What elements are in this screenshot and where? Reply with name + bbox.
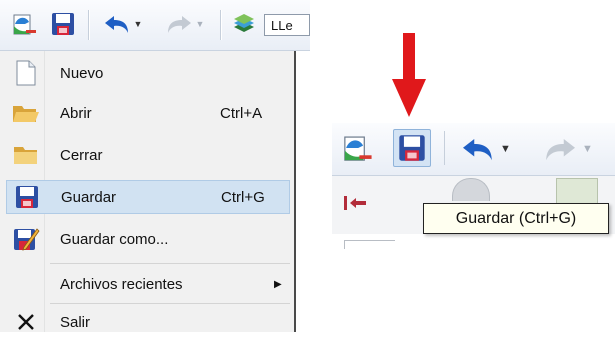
main-toolbar: ▼ ▼ LLe	[0, 0, 310, 51]
style-combobox[interactable]: LLe	[264, 14, 310, 36]
menu-item-label: Guardar	[61, 188, 117, 206]
redo-button[interactable]: ▼	[540, 132, 610, 166]
file-menu: Nuevo Abrir Ctrl+A Cerrar Guardar Ctrl+G…	[0, 51, 296, 332]
menu-item-abrir[interactable]: Abrir Ctrl+A	[6, 96, 290, 130]
save-icon	[399, 135, 425, 161]
collapse-left-icon	[344, 196, 366, 210]
chevron-right-icon: ▶	[274, 278, 282, 290]
menu-item-guardar[interactable]: Guardar Ctrl+G	[6, 180, 290, 214]
save-button[interactable]	[393, 129, 431, 167]
menu-item-label: Cerrar	[60, 146, 103, 164]
menu-item-guardar-como[interactable]: Guardar como...	[6, 222, 290, 256]
menu-separator	[50, 303, 290, 304]
save-icon	[52, 13, 74, 35]
menu-item-archivos-recientes[interactable]: Archivos recientes ▶	[6, 267, 290, 301]
undo-button[interactable]: ▼	[96, 8, 148, 40]
menu-item-label: Guardar como...	[60, 230, 169, 248]
new-document-button[interactable]	[340, 131, 376, 167]
chevron-down-icon: ▼	[582, 143, 593, 155]
menu-item-salir[interactable]: Salir	[6, 305, 290, 339]
save-tooltip: Guardar (Ctrl+G)	[423, 203, 609, 234]
menu-item-cerrar[interactable]: Cerrar	[6, 138, 290, 172]
open-folder-icon	[12, 99, 40, 127]
partial-button[interactable]	[556, 178, 598, 204]
menu-item-nuevo[interactable]: Nuevo	[6, 56, 290, 90]
toolbar-separator	[88, 10, 90, 40]
menu-item-label: Abrir	[60, 104, 92, 122]
close-folder-icon	[12, 141, 40, 169]
new-document-icon	[13, 14, 36, 35]
layers-icon	[234, 14, 254, 32]
chevron-down-icon: ▼	[195, 19, 205, 29]
toolbar-separator	[220, 10, 222, 40]
menu-item-label: Archivos recientes	[60, 275, 183, 293]
toolbar-separator	[444, 131, 445, 165]
new-document-icon	[12, 59, 40, 87]
menu-item-shortcut: Ctrl+G	[221, 188, 265, 206]
chevron-down-icon: ▼	[133, 19, 143, 29]
undo-icon	[104, 16, 128, 33]
red-arrow-down-icon	[392, 33, 426, 117]
chevron-down-icon: ▼	[500, 143, 511, 155]
partial-field	[344, 240, 395, 249]
redo-icon	[167, 16, 191, 33]
collapse-left-button[interactable]	[342, 193, 370, 213]
undo-button[interactable]: ▼	[458, 132, 528, 166]
new-document-icon	[344, 136, 372, 161]
save-as-icon	[12, 225, 40, 253]
undo-icon	[463, 139, 492, 161]
save-icon	[13, 183, 41, 211]
menu-separator	[50, 263, 290, 264]
new-document-button[interactable]	[6, 8, 42, 40]
redo-button[interactable]: ▼	[158, 8, 210, 40]
redo-icon	[546, 139, 575, 161]
layers-button[interactable]	[228, 8, 260, 40]
menu-item-label: Salir	[60, 313, 91, 331]
save-button[interactable]	[46, 8, 80, 40]
menu-item-shortcut: Ctrl+A	[220, 104, 263, 122]
menu-item-label: Nuevo	[60, 64, 104, 82]
